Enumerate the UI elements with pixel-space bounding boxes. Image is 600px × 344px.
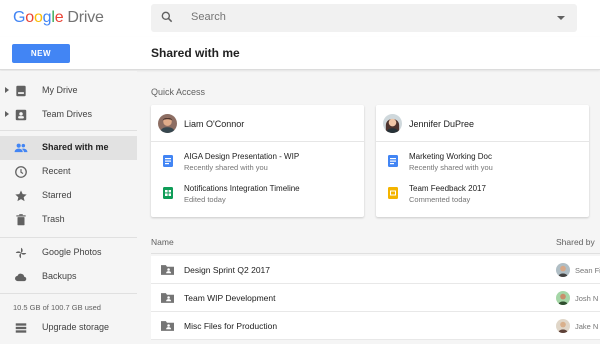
logo-product: Drive (67, 9, 104, 26)
sidebar-item-trash[interactable]: Trash (0, 208, 137, 232)
sidebar: My Drive Team Drives Shared with me Rece… (0, 71, 137, 344)
quick-access-heading: Quick Access (151, 87, 206, 97)
quick-access-card[interactable]: Liam O'Connor AIGA Design Presentation -… (151, 105, 364, 217)
sidebar-item-label: Google Photos (42, 247, 102, 257)
avatar (556, 319, 570, 333)
shared-folder-icon (161, 293, 174, 303)
photos-pinwheel-icon (15, 247, 27, 259)
card-person-name: Jennifer DuPree (409, 119, 475, 129)
sidebar-item-recent[interactable]: Recent (0, 160, 137, 184)
sidebar-item-shared-with-me[interactable]: Shared with me (0, 136, 137, 160)
search-icon[interactable] (160, 10, 174, 24)
my-drive-icon (16, 85, 26, 97)
clock-icon (15, 166, 27, 178)
trash-icon (16, 214, 26, 226)
google-docs-icon (388, 155, 398, 167)
storage-usage-text: 10.5 GB of 100.7 GB used (13, 303, 101, 312)
divider (0, 130, 137, 131)
new-button[interactable]: NEW (12, 44, 70, 63)
shared-by-name: Josh N (575, 294, 599, 303)
sidebar-item-team-drives[interactable]: Team Drives (0, 103, 137, 127)
file-title: Team Feedback 2017 (409, 184, 486, 193)
star-icon (15, 190, 27, 202)
sidebar-item-label: Trash (42, 214, 65, 224)
sidebar-item-my-drive[interactable]: My Drive (0, 79, 137, 103)
sidebar-item-label: My Drive (42, 85, 78, 95)
shared-by-name: Sean Fi (575, 266, 600, 275)
storage-stack-icon (15, 323, 27, 333)
divider (0, 237, 137, 238)
team-drives-icon (15, 109, 27, 121)
sidebar-item-google-photos[interactable]: Google Photos (0, 241, 137, 265)
shared-folder-icon (161, 265, 174, 275)
table-row[interactable]: Design Sprint Q2 2017 Sean Fi (151, 256, 600, 284)
sidebar-item-label: Team Drives (42, 109, 93, 119)
expand-arrow-icon[interactable] (5, 111, 9, 117)
file-title: Marketing Working Doc (409, 152, 492, 161)
file-list-header: Name Shared by (151, 232, 600, 254)
file-title: Notifications Integration Timeline (184, 184, 300, 193)
file-name: Team WIP Development (184, 293, 276, 303)
upgrade-storage-label: Upgrade storage (42, 322, 110, 332)
column-header-shared-by[interactable]: Shared by (556, 237, 595, 247)
file-title: AIGA Design Presentation - WIP (184, 152, 300, 161)
sidebar-item-starred[interactable]: Starred (0, 184, 137, 208)
file-subtitle: Recently shared with you (184, 163, 268, 172)
google-sheets-icon (163, 187, 173, 199)
top-header: Google Drive Search (0, 0, 600, 37)
upgrade-storage-link[interactable]: Upgrade storage (0, 316, 137, 340)
file-subtitle: Recently shared with you (409, 163, 493, 172)
sidebar-item-backups[interactable]: Backups (0, 265, 137, 289)
search-options-caret-icon[interactable] (557, 16, 565, 20)
avatar (383, 114, 402, 133)
quick-access-card[interactable]: Jennifer DuPree Marketing Working Doc Re… (376, 105, 589, 217)
logo-google: Google (13, 9, 64, 26)
table-row[interactable]: Misc Files for Production Jake N (151, 312, 600, 340)
toolbar: NEW Shared with me (0, 37, 600, 70)
page-title: Shared with me (151, 46, 240, 60)
google-drive-logo[interactable]: Google Drive (13, 9, 104, 27)
quick-file[interactable]: Notifications Integration Timeline Edite… (151, 182, 364, 212)
quick-file[interactable]: AIGA Design Presentation - WIP Recently … (151, 150, 364, 180)
sidebar-item-label: Shared with me (42, 142, 109, 152)
google-slides-icon (388, 187, 398, 199)
file-subtitle: Commented today (409, 195, 471, 204)
avatar (158, 114, 177, 133)
sidebar-item-label: Recent (42, 166, 71, 176)
quick-file[interactable]: Team Feedback 2017 Commented today (376, 182, 589, 212)
table-row[interactable]: Team WIP Development Josh N (151, 284, 600, 312)
card-header: Liam O'Connor (151, 105, 364, 142)
sidebar-item-label: Backups (42, 271, 77, 281)
file-name: Misc Files for Production (184, 321, 278, 331)
sidebar-item-label: Starred (42, 190, 72, 200)
divider (0, 293, 137, 294)
quick-file[interactable]: Marketing Working Doc Recently shared wi… (376, 150, 589, 180)
google-docs-icon (163, 155, 173, 167)
avatar (556, 263, 570, 277)
shared-by-name: Jake N (575, 322, 599, 331)
expand-arrow-icon[interactable] (5, 87, 9, 93)
card-header: Jennifer DuPree (376, 105, 589, 142)
file-name: Design Sprint Q2 2017 (184, 265, 270, 275)
column-header-name[interactable]: Name (151, 237, 174, 247)
card-person-name: Liam O'Connor (184, 119, 245, 129)
cloud-icon (15, 273, 27, 282)
search-bar[interactable]: Search (151, 4, 577, 32)
shared-folder-icon (161, 321, 174, 331)
file-subtitle: Edited today (184, 195, 226, 204)
search-input[interactable]: Search (191, 11, 226, 23)
avatar (556, 291, 570, 305)
people-icon (14, 143, 28, 153)
